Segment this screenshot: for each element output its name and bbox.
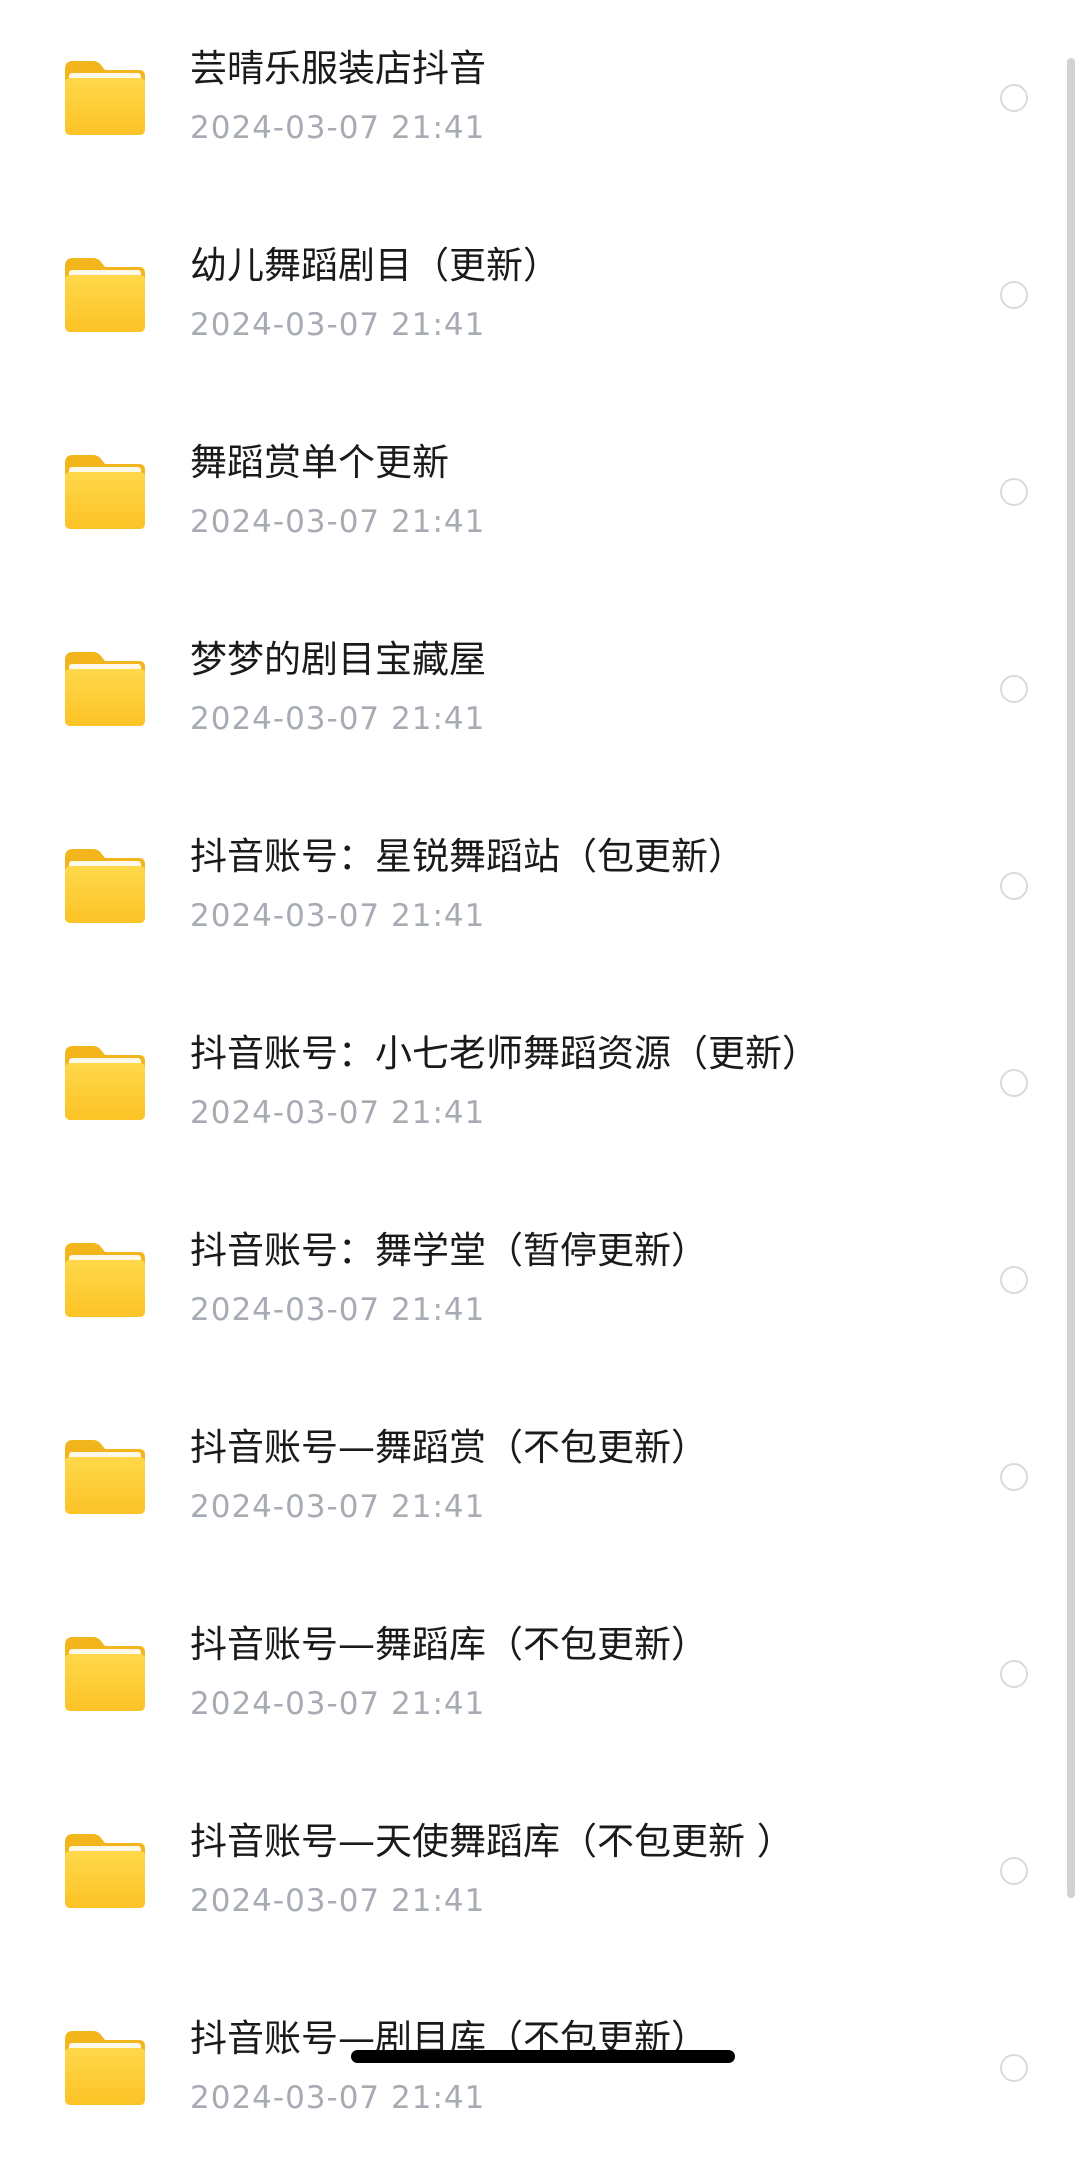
file-date: 2024-03-07 21:41 [190,307,486,343]
file-list-item[interactable]: 舞蹈赏单个更新 2024-03-07 21:41 [0,394,1080,591]
file-list-item[interactable]: 抖音账号：舞学堂（暂停更新） 2024-03-07 21:41 [0,1182,1080,1379]
folder-icon [63,847,147,925]
file-name: 抖音账号：星锐舞蹈站（包更新） [190,835,745,878]
scrollbar[interactable] [1067,58,1075,1898]
folder-icon [63,256,147,334]
file-list-item[interactable]: 幼儿舞蹈剧目（更新） 2024-03-07 21:41 [0,197,1080,394]
file-name: 舞蹈赏单个更新 [190,441,449,484]
folder-icon [63,453,147,531]
folder-icon [63,1832,147,1910]
select-radio-icon[interactable] [1000,1266,1028,1294]
select-radio-icon[interactable] [1000,675,1028,703]
file-list-item[interactable]: 抖音账号—舞蹈库（不包更新） 2024-03-07 21:41 [0,1576,1080,1773]
folder-icon [63,1044,147,1122]
file-name: 芸晴乐服装店抖音 [190,47,486,90]
file-date: 2024-03-07 21:41 [190,1095,486,1131]
select-radio-icon[interactable] [1000,1463,1028,1491]
file-list-item[interactable]: 梦梦的剧目宝藏屋 2024-03-07 21:41 [0,591,1080,788]
file-date: 2024-03-07 21:41 [190,1686,486,1722]
file-date: 2024-03-07 21:41 [190,701,486,737]
file-list-item[interactable]: 抖音账号：星锐舞蹈站（包更新） 2024-03-07 21:41 [0,788,1080,985]
folder-icon [63,2029,147,2107]
file-date: 2024-03-07 21:41 [190,504,486,540]
select-radio-icon[interactable] [1000,1069,1028,1097]
file-date: 2024-03-07 21:41 [190,1292,486,1328]
select-radio-icon[interactable] [1000,478,1028,506]
file-list-item[interactable]: 抖音账号：小七老师舞蹈资源（更新） 2024-03-07 21:41 [0,985,1080,1182]
select-radio-icon[interactable] [1000,1857,1028,1885]
file-name: 抖音账号—天使舞蹈库（不包更新 ） [190,1820,794,1863]
file-name: 抖音账号：小七老师舞蹈资源（更新） [190,1032,819,1075]
file-date: 2024-03-07 21:41 [190,110,486,146]
select-radio-icon[interactable] [1000,84,1028,112]
file-name: 抖音账号—舞蹈库（不包更新） [190,1623,708,1666]
file-date: 2024-03-07 21:41 [190,898,486,934]
file-list-item[interactable]: 抖音账号—天使舞蹈库（不包更新 ） 2024-03-07 21:41 [0,1773,1080,1970]
file-name: 幼儿舞蹈剧目（更新） [190,244,560,287]
file-date: 2024-03-07 21:41 [190,2080,486,2116]
file-list-item[interactable]: 抖音账号—舞蹈赏（不包更新） 2024-03-07 21:41 [0,1379,1080,1576]
select-radio-icon[interactable] [1000,872,1028,900]
folder-icon [63,1635,147,1713]
file-date: 2024-03-07 21:41 [190,1489,486,1525]
select-radio-icon[interactable] [1000,2054,1028,2082]
file-date: 2024-03-07 21:41 [190,1883,486,1919]
file-list-item[interactable]: 芸晴乐服装店抖音 2024-03-07 21:41 [0,0,1080,197]
folder-icon [63,1241,147,1319]
select-radio-icon[interactable] [1000,281,1028,309]
folder-icon [63,59,147,137]
file-name: 梦梦的剧目宝藏屋 [190,638,486,681]
file-list-item[interactable]: 抖音账号—剧目库（不包更新） 2024-03-07 21:41 [0,1970,1080,2167]
select-radio-icon[interactable] [1000,1660,1028,1688]
home-indicator[interactable] [351,2050,735,2063]
folder-icon [63,650,147,728]
file-name: 抖音账号：舞学堂（暂停更新） [190,1229,708,1272]
folder-icon [63,1438,147,1516]
file-name: 抖音账号—舞蹈赏（不包更新） [190,1426,708,1469]
